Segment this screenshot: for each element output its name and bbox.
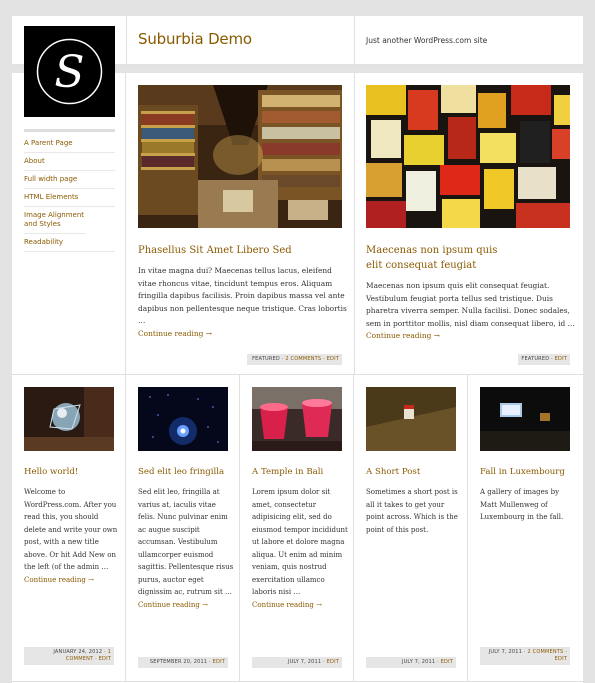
bookshop-image[interactable] (138, 85, 342, 228)
excerpt-text: In vitae magna dui? Maecenas tellus lacu… (138, 266, 347, 325)
post-card: A Short Post Sometimes a short post is a… (354, 375, 468, 681)
post-title[interactable]: Maecenas non ipsum quis elit consequat f… (366, 243, 516, 273)
edit-link[interactable]: EDIT (327, 659, 339, 665)
logo-s-icon: S (36, 38, 103, 105)
post-meta: JULY 7, 2011 · 2 COMMENTS · EDIT (480, 647, 570, 665)
divider (126, 16, 127, 65)
posters-image[interactable] (366, 85, 570, 228)
continue-reading-link[interactable]: Continue reading → (252, 601, 322, 609)
post-title[interactable]: A Temple in Bali (252, 466, 352, 478)
divider (12, 681, 583, 682)
sidebar: A Parent Page About Full width page HTML… (12, 73, 126, 374)
post-excerpt: In vitae magna dui? Maecenas tellus lacu… (138, 265, 348, 340)
excerpt-text: A gallery of images by Matt Mullenweg of… (480, 488, 564, 521)
continue-reading-link[interactable]: Continue reading → (366, 331, 440, 340)
dark-bar-icon (480, 387, 570, 451)
post-excerpt: Sometimes a short post is all it takes t… (366, 486, 462, 536)
edit-link[interactable]: EDIT (99, 656, 111, 662)
post-card: A Temple in Bali Lorem ipsum dolor sit a… (240, 375, 354, 681)
post-date: SEPTEMBER 20, 2011 (149, 659, 208, 665)
excerpt-text: Welcome to WordPress.com. After you read… (24, 488, 118, 571)
post-excerpt: A gallery of images by Matt Mullenweg of… (480, 486, 576, 524)
edit-link[interactable]: EDIT (555, 356, 567, 362)
red-cups-icon (252, 387, 342, 451)
continue-reading-link[interactable]: Continue reading → (138, 329, 212, 338)
post-title[interactable]: Fall in Luxembourg (480, 466, 580, 478)
post-excerpt: Welcome to WordPress.com. After you read… (24, 486, 120, 586)
excerpt-text: Sed elit leo, fringilla at varius at, ia… (138, 488, 234, 596)
post-card: Sed elit leo fringilla Sed elit leo, fri… (126, 375, 240, 681)
sidebar-rule (24, 129, 115, 132)
post-meta: SEPTEMBER 20, 2011 · EDIT (138, 657, 228, 668)
continue-reading-link[interactable]: Continue reading → (138, 601, 208, 609)
nav-item-full-width[interactable]: Full width page (24, 171, 115, 189)
edit-link[interactable]: EDIT (555, 656, 567, 662)
street-sign-icon (366, 387, 456, 451)
blue-light-icon (138, 387, 228, 451)
post-excerpt: Sed elit leo, fringilla at varius at, ia… (138, 486, 234, 611)
excerpt-text: Lorem ipsum dolor sit amet, consectetur … (252, 488, 348, 596)
post-date: JULY 7, 2011 (488, 649, 523, 655)
post-meta: JULY 7, 2011 · EDIT (252, 657, 342, 668)
post-excerpt: Lorem ipsum dolor sit amet, consectetur … (252, 486, 348, 611)
post-thumbnail[interactable] (366, 387, 456, 451)
edit-link[interactable]: EDIT (441, 659, 453, 665)
nav-item-image-alignment[interactable]: Image Alignment and Styles (24, 207, 86, 234)
featured-label: FEATURED (252, 356, 280, 362)
post-card: Hello world! Welcome to WordPress.com. A… (12, 375, 126, 681)
sidebar-nav: A Parent Page About Full width page HTML… (24, 135, 115, 252)
nav-item-html-elements[interactable]: HTML Elements (24, 189, 115, 207)
featured-label: FEATURED (521, 356, 550, 362)
post-card: Fall in Luxembourg A gallery of images b… (468, 375, 583, 681)
post-thumbnail[interactable] (138, 387, 228, 451)
edit-link[interactable]: EDIT (327, 356, 339, 362)
site-title[interactable]: Suburbia Demo (138, 30, 252, 48)
site-description: Just another WordPress.com site (366, 36, 488, 45)
post-title[interactable]: A Short Post (366, 466, 466, 478)
post-meta: JANUARY 24, 2012 · 1 COMMENT · EDIT (24, 647, 114, 665)
site-logo[interactable]: S (24, 26, 115, 117)
edit-link[interactable]: EDIT (213, 659, 225, 665)
post-thumbnail[interactable] (252, 387, 342, 451)
post-thumbnail[interactable] (480, 387, 570, 451)
post-meta: JULY 7, 2011 · EDIT (366, 657, 456, 668)
logo-letter: S (54, 47, 84, 98)
divider (354, 16, 355, 65)
glass-ball-icon (24, 387, 114, 451)
continue-reading-link[interactable]: Continue reading → (24, 576, 94, 584)
post-title[interactable]: Sed elit leo fringilla (138, 466, 238, 478)
post-meta: FEATURED · 2 COMMENTS · EDIT (247, 354, 342, 365)
post-meta: FEATURED · EDIT (518, 354, 570, 365)
post-title[interactable]: Phasellus Sit Amet Libero Sed (138, 243, 348, 258)
page: Suburbia Demo Just another WordPress.com… (12, 16, 583, 683)
post-date: JANUARY 24, 2012 (53, 649, 103, 655)
posters-icon (366, 85, 570, 228)
excerpt-text: Maecenas non ipsum quis elit consequat f… (366, 281, 575, 328)
excerpt-text: Sometimes a short post is all it takes t… (366, 488, 458, 534)
post-thumbnail[interactable] (24, 387, 114, 451)
bookshop-icon (138, 85, 342, 228)
post-date: JULY 7, 2011 (287, 659, 322, 665)
post-title[interactable]: Hello world! (24, 466, 124, 478)
post-excerpt: Maecenas non ipsum quis elit consequat f… (366, 280, 576, 343)
comments-link[interactable]: 2 COMMENTS (527, 649, 563, 655)
nav-item-parent-page[interactable]: A Parent Page (24, 135, 115, 153)
nav-item-readability[interactable]: Readability (24, 234, 115, 252)
nav-item-about[interactable]: About (24, 153, 115, 171)
post-date: JULY 7, 2011 (401, 659, 436, 665)
featured-post: Maecenas non ipsum quis elit consequat f… (355, 73, 583, 374)
comments-link[interactable]: 2 COMMENTS (285, 356, 321, 362)
featured-post: Phasellus Sit Amet Libero Sed In vitae m… (127, 73, 355, 374)
